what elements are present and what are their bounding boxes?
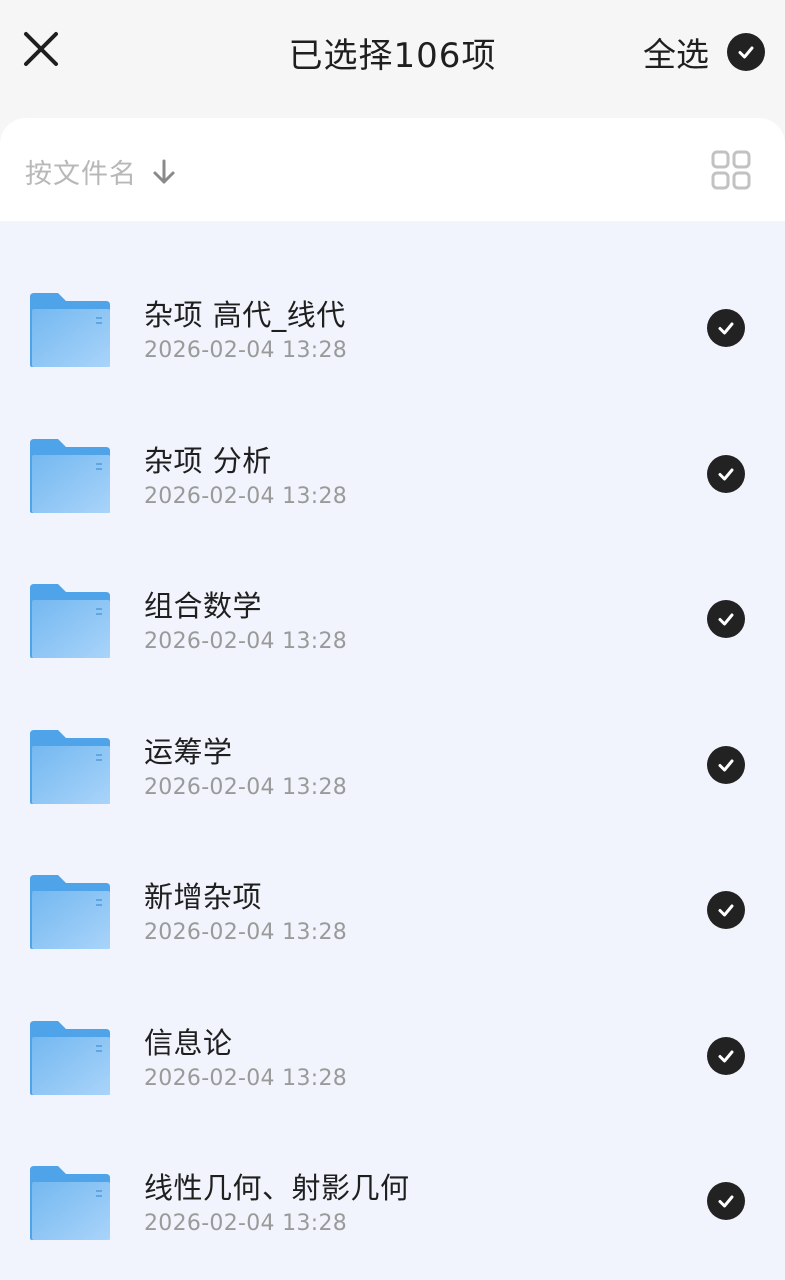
selected-check-icon[interactable] — [707, 746, 745, 784]
file-name: 信息论 — [144, 1026, 233, 1060]
top-bar: 已选择106项 全选 — [0, 0, 785, 118]
folder-icon — [30, 1021, 110, 1095]
folder-icon — [30, 439, 110, 513]
file-date: 2026-02-04 13:28 — [144, 484, 348, 509]
file-name: 线性几何、射影几何 — [144, 1171, 410, 1205]
folder-icon — [30, 730, 110, 804]
file-name: 杂项 高代_线代 — [144, 298, 346, 332]
sort-label: 按文件名 — [25, 159, 137, 190]
select-all-label: 全选 — [643, 35, 709, 74]
list-item[interactable]: 杂项 分析 2026-02-04 13:28 — [0, 367, 785, 513]
file-name: 运筹学 — [144, 735, 233, 769]
list-item[interactable]: 运筹学 2026-02-04 13:28 — [0, 658, 785, 804]
file-date: 2026-02-04 13:28 — [144, 1211, 348, 1236]
arrow-down-icon — [151, 158, 177, 186]
file-name: 组合数学 — [144, 589, 263, 623]
file-list: 杂项 高代_线代 2026-02-04 13:28 杂项 分析 2026-02-… — [0, 221, 785, 1280]
selected-check-icon[interactable] — [707, 455, 745, 493]
folder-icon — [30, 875, 110, 949]
file-date: 2026-02-04 13:28 — [144, 629, 348, 654]
selected-check-icon[interactable] — [707, 1037, 745, 1075]
list-item[interactable]: 组合数学 2026-02-04 13:28 — [0, 512, 785, 658]
grid-view-button[interactable] — [711, 150, 751, 190]
list-item[interactable]: 杂项 高代_线代 2026-02-04 13:28 — [0, 221, 785, 367]
selected-check-icon[interactable] — [707, 891, 745, 929]
file-date: 2026-02-04 13:28 — [144, 338, 348, 363]
select-all-button[interactable]: 全选 — [643, 28, 765, 76]
file-date: 2026-02-04 13:28 — [144, 1066, 348, 1091]
sort-by-name-button[interactable]: 按文件名 — [25, 152, 177, 191]
file-date: 2026-02-04 13:28 — [144, 920, 348, 945]
list-item[interactable]: 新增杂项 2026-02-04 13:28 — [0, 803, 785, 949]
check-circle-icon — [727, 33, 765, 71]
sort-bar: 按文件名 — [0, 118, 785, 221]
folder-icon — [30, 584, 110, 658]
selected-check-icon[interactable] — [707, 309, 745, 347]
folder-icon — [30, 293, 110, 367]
list-item[interactable]: 信息论 2026-02-04 13:28 — [0, 949, 785, 1095]
grid-view-icon — [711, 150, 751, 190]
file-date: 2026-02-04 13:28 — [144, 775, 348, 800]
selected-check-icon[interactable] — [707, 600, 745, 638]
file-name: 新增杂项 — [144, 880, 263, 914]
file-name: 杂项 分析 — [144, 444, 272, 478]
folder-icon — [30, 1166, 110, 1240]
list-item[interactable]: 线性几何、射影几何 2026-02-04 13:28 — [0, 1094, 785, 1240]
selected-check-icon[interactable] — [707, 1182, 745, 1220]
